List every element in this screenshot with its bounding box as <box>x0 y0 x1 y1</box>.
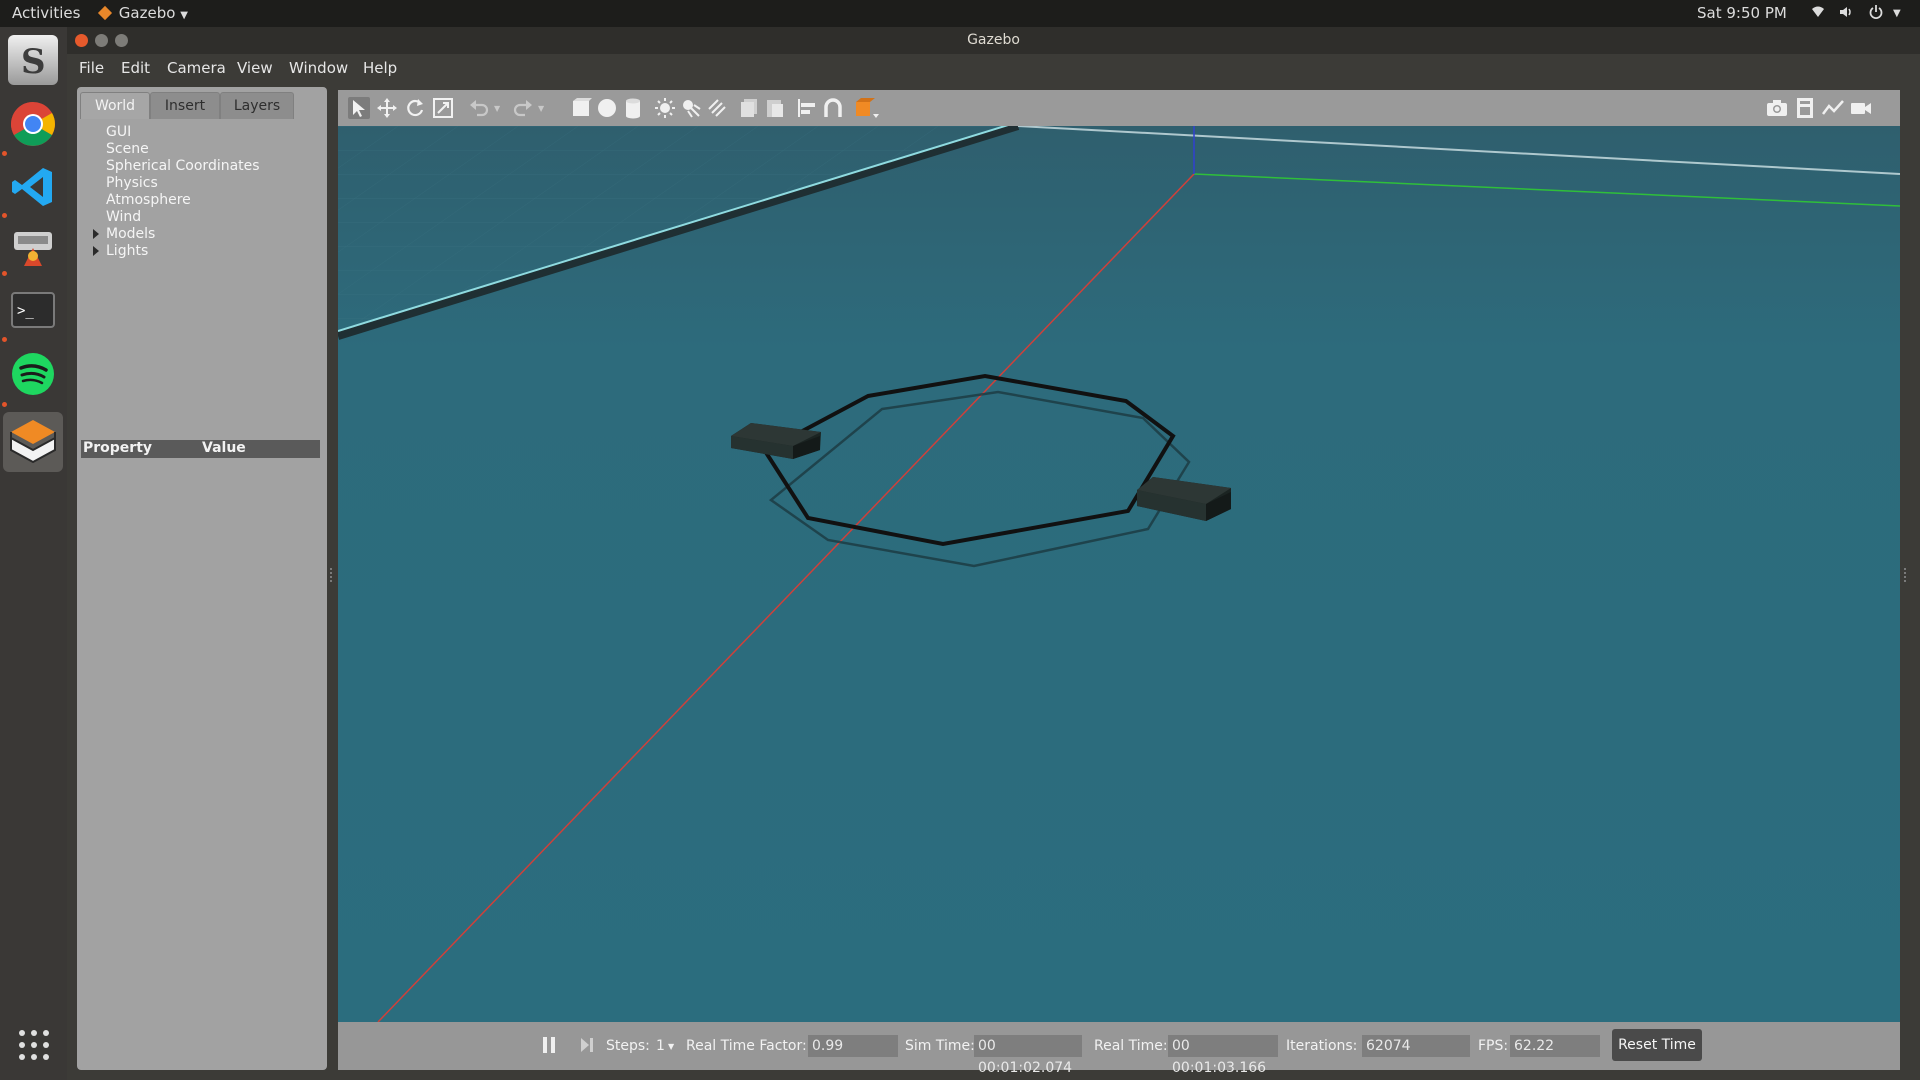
real-time-factor-value: 0.99 <box>808 1035 898 1057</box>
top-panel: Activities Gazebo ▼ Sat 9:50 PM ▼ <box>0 0 1920 27</box>
activities-button[interactable]: Activities <box>12 4 80 22</box>
point-light-icon[interactable] <box>654 97 676 119</box>
tree-item-models[interactable]: Models <box>106 226 155 242</box>
menu-view[interactable]: View <box>237 59 273 77</box>
tab-layers[interactable]: Layers <box>220 92 294 119</box>
running-indicator <box>2 337 7 342</box>
menu-window[interactable]: Window <box>289 59 348 77</box>
running-indicator <box>2 151 7 156</box>
reset-time-button[interactable]: Reset Time <box>1612 1029 1702 1061</box>
menu-help[interactable]: Help <box>363 59 397 77</box>
menu-bar: File Edit Camera View Window Help <box>67 54 1920 82</box>
minimize-window-button[interactable] <box>95 34 108 47</box>
select-arrow-icon[interactable] <box>348 97 370 119</box>
svg-text:>_: >_ <box>17 303 34 319</box>
scale-icon[interactable] <box>432 97 454 119</box>
terminal-icon[interactable]: >_ <box>8 285 58 335</box>
tab-world[interactable]: World <box>80 92 150 119</box>
show-apps-grid-icon[interactable] <box>18 1029 50 1065</box>
running-indicator <box>2 402 7 407</box>
translate-icon[interactable] <box>376 97 398 119</box>
plot-icon[interactable] <box>1822 97 1844 119</box>
step-forward-icon[interactable] <box>580 1035 594 1055</box>
paste-icon[interactable] <box>764 97 786 119</box>
real-time-label: Real Time: <box>1094 1038 1168 1054</box>
menu-file[interactable]: File <box>79 59 104 77</box>
view-angle-icon[interactable] <box>854 97 879 119</box>
tab-insert[interactable]: Insert <box>150 92 220 119</box>
record-video-icon[interactable] <box>1850 97 1872 119</box>
fps-value: 62.22 <box>1510 1035 1600 1057</box>
redo-icon[interactable] <box>512 97 534 119</box>
copy-icon[interactable] <box>738 97 760 119</box>
tree-item-gui[interactable]: GUI <box>106 124 131 140</box>
real-time-value: 00 00:01:03.166 <box>1168 1035 1278 1076</box>
directional-light-icon[interactable] <box>706 97 728 119</box>
steps-chevron-icon[interactable]: ▼ <box>668 1042 674 1051</box>
svg-text:S: S <box>21 42 46 82</box>
undo-icon[interactable] <box>468 97 490 119</box>
volume-icon[interactable] <box>1838 4 1854 24</box>
log-icon[interactable] <box>1794 97 1816 119</box>
property-column-header: Property <box>83 440 153 456</box>
menu-edit[interactable]: Edit <box>121 59 150 77</box>
tree-item-wind[interactable]: Wind <box>106 209 141 225</box>
undo-history-chevron-icon[interactable]: ▼ <box>494 104 504 126</box>
sim-time-value: 00 00:01:02.074 <box>974 1035 1082 1076</box>
property-table-header: Property Value <box>81 440 320 458</box>
power-icon[interactable] <box>1868 4 1884 24</box>
app-menu-label: Gazebo <box>118 4 176 22</box>
tree-item-lights[interactable]: Lights <box>106 243 148 259</box>
vscode-icon[interactable] <box>8 162 58 212</box>
close-window-button[interactable] <box>75 34 88 47</box>
sublime-text-icon[interactable]: S <box>8 35 58 85</box>
gazebo-dock-icon[interactable] <box>3 412 63 472</box>
spotify-icon[interactable] <box>8 349 58 399</box>
app-menu[interactable]: Gazebo ▼ <box>97 4 188 22</box>
iterations-value: 62074 <box>1362 1035 1470 1057</box>
real-time-factor-label: Real Time Factor: <box>686 1038 807 1054</box>
panel-splitter-handle[interactable] <box>330 568 334 582</box>
sphere-icon[interactable] <box>596 97 618 119</box>
steps-label: Steps: <box>606 1038 650 1054</box>
right-panel-splitter-handle[interactable] <box>1904 568 1908 582</box>
window-title: Gazebo <box>967 32 1020 48</box>
system-menu-chevron-icon[interactable]: ▼ <box>1893 8 1901 19</box>
pause-icon[interactable] <box>542 1035 556 1055</box>
tree-item-physics[interactable]: Physics <box>106 175 158 191</box>
align-icon[interactable] <box>796 97 818 119</box>
gazebo-app-icon <box>97 5 113 21</box>
rotate-icon[interactable] <box>404 97 426 119</box>
expand-models-icon[interactable] <box>93 229 99 239</box>
window-titlebar: Gazebo <box>67 27 1920 54</box>
expand-lights-icon[interactable] <box>93 246 99 256</box>
simulation-status-bar: Steps: 1 ▼ Real Time Factor: 0.99 Sim Ti… <box>338 1022 1900 1076</box>
box-icon[interactable] <box>570 97 592 119</box>
fps-label: FPS: <box>1478 1038 1509 1054</box>
network-icon[interactable] <box>1810 4 1826 24</box>
snap-icon[interactable] <box>822 97 844 119</box>
tree-item-atmosphere[interactable]: Atmosphere <box>106 192 191 208</box>
screenshot-icon[interactable] <box>1766 97 1788 119</box>
render-toolbar: ▼ ▼ <box>338 90 1900 126</box>
value-column-header: Value <box>202 440 246 456</box>
cylinder-icon[interactable] <box>622 97 644 119</box>
3d-viewport[interactable] <box>338 126 1900 1022</box>
maximize-window-button[interactable] <box>115 34 128 47</box>
menu-camera[interactable]: Camera <box>167 59 226 77</box>
sim-time-label: Sim Time: <box>905 1038 975 1054</box>
chevron-down-icon: ▼ <box>180 10 188 21</box>
clock[interactable]: Sat 9:50 PM <box>1697 4 1787 22</box>
running-indicator <box>2 271 7 276</box>
chrome-icon[interactable] <box>8 99 58 149</box>
system-tool-icon[interactable] <box>8 222 58 272</box>
dock: S >_ <box>0 27 67 1080</box>
running-indicator <box>2 213 7 218</box>
tree-item-scene[interactable]: Scene <box>106 141 149 157</box>
steps-value[interactable]: 1 <box>656 1038 665 1054</box>
tree-item-spherical-coordinates[interactable]: Spherical Coordinates <box>106 158 260 174</box>
spot-light-icon[interactable] <box>680 97 702 119</box>
redo-history-chevron-icon[interactable]: ▼ <box>538 104 548 126</box>
iterations-label: Iterations: <box>1286 1038 1358 1054</box>
